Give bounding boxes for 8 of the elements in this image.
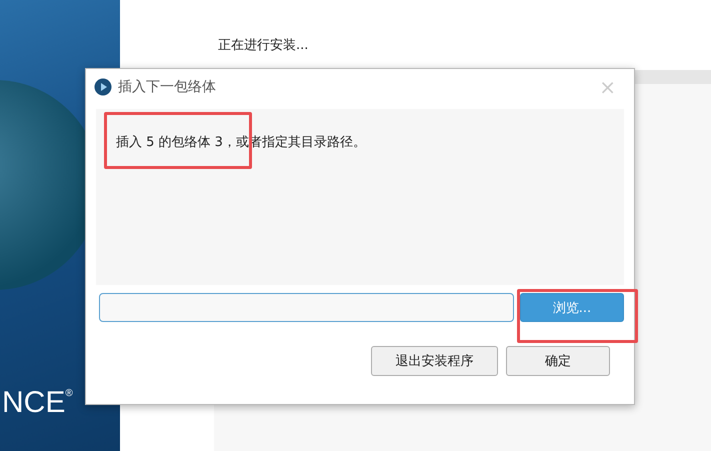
disc-icon bbox=[94, 78, 112, 96]
dialog-title: 插入下一包络体 bbox=[118, 78, 217, 96]
path-field[interactable] bbox=[99, 293, 514, 322]
dialog-button[interactable]: 退出安装程序 bbox=[371, 346, 498, 376]
registered-mark: ® bbox=[65, 388, 73, 399]
status-text: 正在进行安装... bbox=[218, 37, 310, 54]
dialog-button[interactable]: 确定 bbox=[506, 346, 610, 376]
brand-text: NCE bbox=[2, 386, 66, 420]
